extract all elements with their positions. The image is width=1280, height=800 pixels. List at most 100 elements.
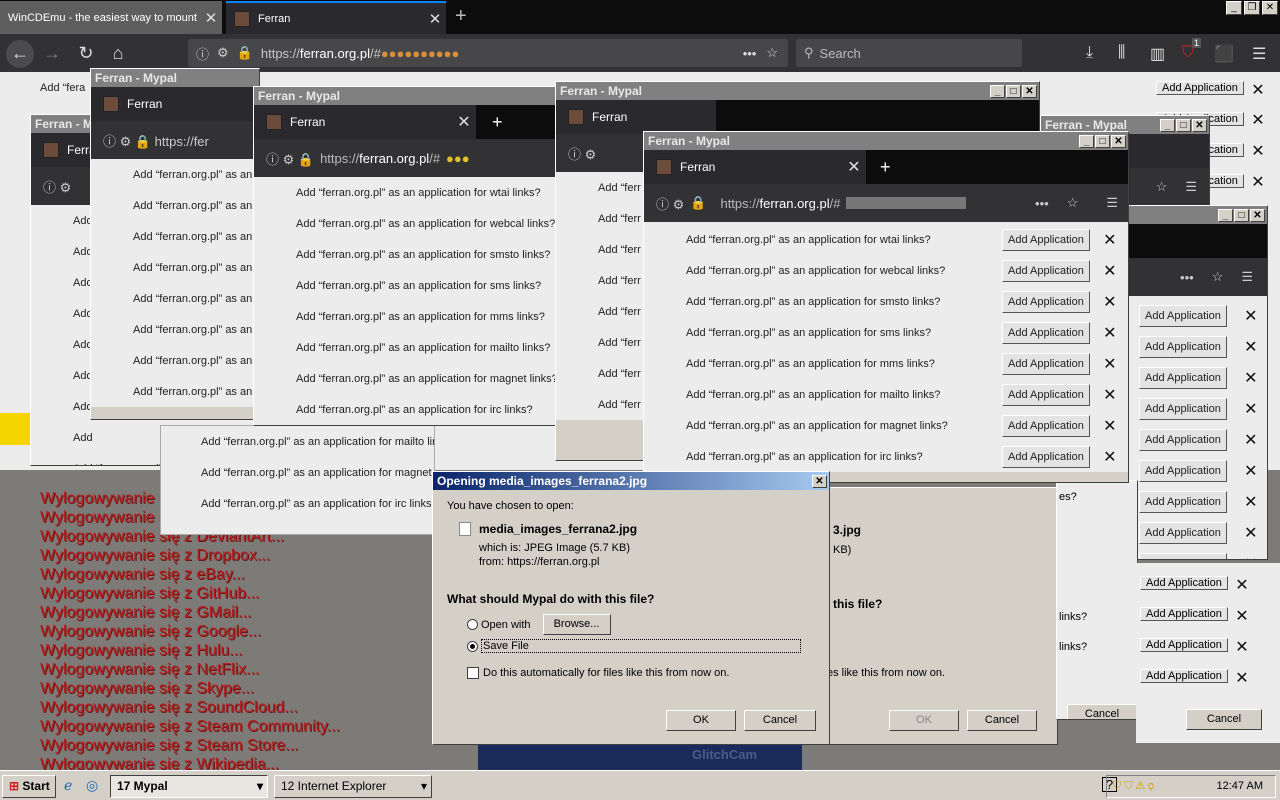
close-icon[interactable]: ✕	[1230, 668, 1254, 688]
close-icon[interactable]: ✕	[1098, 292, 1122, 312]
close-icon[interactable]: ✕	[1239, 306, 1263, 326]
tab-wincdemu[interactable]: WinCDEmu - the easiest way to mount ✕	[0, 1, 222, 34]
sidebar-icon[interactable]: ▥	[1150, 44, 1165, 64]
logout-link[interactable]: Wylogowywanie s	[40, 509, 167, 527]
downloads-icon[interactable]: ⤓	[1086, 44, 1093, 62]
close-icon[interactable]: ✕	[1098, 416, 1122, 436]
close-icon[interactable]: ✕	[1239, 554, 1263, 560]
add-application-button[interactable]: Add Application	[1140, 638, 1228, 652]
ok-button[interactable]: OK	[666, 710, 736, 731]
open-with-radio[interactable]	[467, 619, 478, 630]
add-application-button[interactable]: Add Application	[1139, 304, 1227, 327]
logout-link[interactable]: Wylogowywanie s	[40, 490, 167, 508]
add-application-button[interactable]: Add Application	[1002, 414, 1090, 437]
tray-icons[interactable]: ⛉ ⛉ ⚠ ⚲	[1113, 780, 1154, 792]
add-application-button[interactable]: Add Application	[1139, 521, 1227, 544]
add-application-button[interactable]: Add Application	[1139, 428, 1227, 451]
page-actions-icon[interactable]: •••	[743, 46, 757, 61]
reload-icon[interactable]: ↻	[72, 40, 100, 68]
logout-link[interactable]: Wylogowywanie się z Google...	[40, 623, 261, 641]
url-text[interactable]: https://ferran.org.pl/#	[720, 196, 840, 211]
close-icon[interactable]: ✕	[1098, 385, 1122, 405]
add-application-button[interactable]: Add Application	[1002, 259, 1090, 282]
extension-icon[interactable]: ⬛	[1214, 44, 1234, 64]
close-icon[interactable]: ✕	[1246, 110, 1270, 130]
info-icon[interactable]: ⓘ ⚙	[656, 194, 684, 213]
close-icon[interactable]: ✕	[1230, 575, 1254, 595]
back-icon[interactable]: ←	[6, 40, 34, 68]
close-icon[interactable]: ✕	[812, 474, 827, 488]
add-application-button[interactable]: Add Application	[1002, 228, 1090, 251]
close-icon[interactable]: ✕	[1098, 323, 1122, 343]
quicklaunch-icon[interactable]: ◎	[86, 777, 98, 794]
add-application-button[interactable]: Add Application	[1002, 445, 1090, 468]
close-icon[interactable]: ✕	[1230, 606, 1254, 626]
logout-link[interactable]: Wylogowywanie się z Steam Store...	[40, 737, 299, 755]
close-icon[interactable]: ✕	[1246, 172, 1270, 192]
menu-icon[interactable]: ☰	[1252, 44, 1266, 64]
close-icon[interactable]: ✕	[1239, 368, 1263, 388]
logout-link[interactable]: Wylogowywanie się z Dropbox...	[40, 547, 270, 565]
notification-icon[interactable]	[0, 413, 30, 445]
cancel-button[interactable]: Cancel	[1186, 709, 1262, 730]
add-application-button[interactable]: Add Application	[1002, 321, 1090, 344]
close-icon[interactable]: ✕	[1246, 80, 1270, 100]
tab-ferran[interactable]: Ferran ✕	[644, 150, 866, 184]
close-icon[interactable]: ✕	[1239, 461, 1263, 481]
logout-link[interactable]: Wylogowywanie się z Steam Community...	[40, 718, 340, 736]
add-application-button[interactable]: Add Application	[1002, 352, 1090, 375]
search-input[interactable]: Search	[820, 46, 861, 61]
add-application-button[interactable]: Add Application	[1139, 490, 1227, 513]
logout-link[interactable]: Wylogowywanie się z GitHub...	[40, 585, 260, 603]
add-application-button[interactable]: Add Application	[1139, 335, 1227, 358]
tab-ferran[interactable]: Ferran ✕	[226, 1, 446, 34]
library-icon[interactable]: ⫼	[1118, 44, 1125, 62]
add-application-button[interactable]: Add Application	[1139, 552, 1227, 559]
restore-icon[interactable]: ❐	[1244, 1, 1260, 15]
maximize-icon[interactable]: □	[1095, 134, 1110, 148]
close-icon[interactable]: ✕	[1246, 141, 1270, 161]
add-application-button[interactable]: Add Application	[1156, 78, 1244, 98]
browse-button[interactable]: Browse...	[542, 614, 611, 635]
close-icon[interactable]: ✕	[1098, 230, 1122, 250]
minimize-icon[interactable]: _	[1226, 1, 1242, 15]
close-icon[interactable]: ✕	[1239, 337, 1263, 357]
add-application-button[interactable]: Add Application	[1139, 366, 1227, 389]
auto-checkbox[interactable]	[467, 667, 479, 679]
add-application-button[interactable]: Add Application	[1139, 459, 1227, 482]
page-actions-icon[interactable]: •••	[1035, 196, 1049, 211]
add-application-button[interactable]: Add Application	[1002, 290, 1090, 313]
logout-link[interactable]: Wylogowywanie się z NetFlix...	[40, 661, 259, 679]
add-application-button[interactable]: Add Application	[1140, 576, 1228, 590]
close-icon[interactable]: ✕	[1098, 354, 1122, 374]
forward-icon[interactable]: →	[38, 40, 66, 68]
cancel-button[interactable]: Cancel	[1067, 704, 1137, 719]
logout-link[interactable]: Wylogowywanie się z eBay...	[40, 566, 245, 584]
tab-close-icon[interactable]: ✕	[200, 9, 222, 27]
new-tab-button[interactable]: +	[455, 5, 467, 28]
menu-icon[interactable]: ☰	[1106, 195, 1118, 211]
bookmark-star-icon[interactable]: ☆	[766, 45, 778, 61]
new-tab-button[interactable]: +	[880, 157, 891, 178]
add-application-button[interactable]: Add Application	[1139, 397, 1227, 420]
info-icon[interactable]: ⓘ	[196, 44, 209, 63]
logout-link[interactable]: Wylogowywanie się z Hulu...	[40, 642, 243, 660]
logout-link[interactable]: Wylogowywanie się z Skype...	[40, 680, 254, 698]
logout-link[interactable]: Wylogowywanie się z SoundCloud...	[40, 699, 298, 717]
close-icon[interactable]: ✕	[1262, 1, 1278, 15]
cancel-button[interactable]: Cancel	[744, 710, 816, 731]
close-icon[interactable]: ✕	[1098, 261, 1122, 281]
logout-link[interactable]: Wylogowywanie się z GMail...	[40, 604, 251, 622]
close-icon[interactable]: ✕	[1239, 399, 1263, 419]
search-bar[interactable]: ⚲ Search	[796, 39, 1022, 67]
tab-close-icon[interactable]: ✕	[424, 10, 446, 28]
close-icon[interactable]: ✕	[1239, 523, 1263, 543]
save-file-radio[interactable]	[467, 640, 478, 652]
ok-button[interactable]: OK	[889, 710, 959, 731]
home-icon[interactable]: ⌂	[104, 40, 132, 68]
cancel-button[interactable]: Cancel	[967, 710, 1037, 731]
close-icon[interactable]: ✕	[1239, 430, 1263, 450]
add-application-button[interactable]: Add Application	[1002, 383, 1090, 406]
url-bar[interactable]: ⓘ ⚙ 🔒 https://ferran.org.pl/#●●●●●●●●●● …	[188, 39, 788, 67]
start-button[interactable]: ⊞ Start	[2, 775, 56, 798]
